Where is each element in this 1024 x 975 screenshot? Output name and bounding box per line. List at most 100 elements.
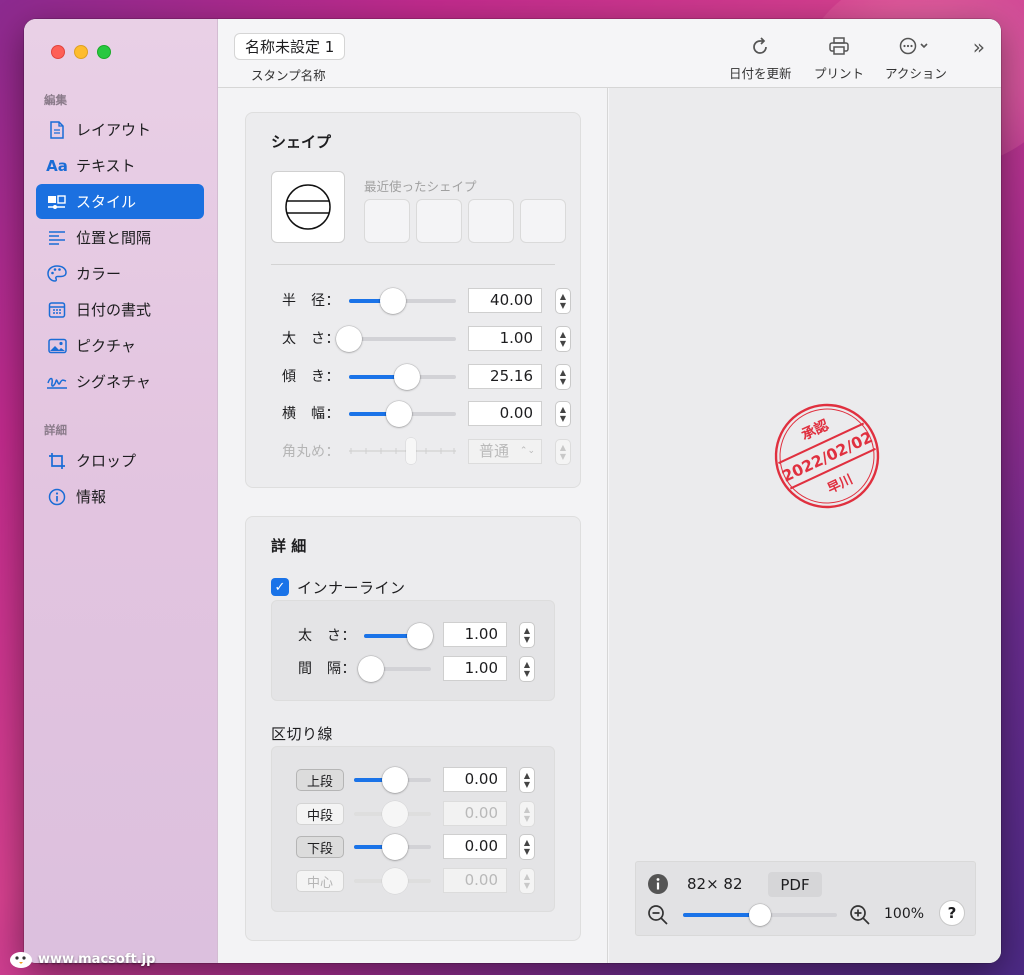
sidebar-item-label: ピクチャ <box>76 337 136 355</box>
separator-middle-toggle[interactable]: 中段 <box>296 803 344 825</box>
sidebar-item-signature[interactable]: シグネチャ <box>36 364 204 399</box>
refresh-date-button[interactable]: 日付を更新 <box>729 35 792 82</box>
slider-knob[interactable] <box>381 767 408 793</box>
toolbar-overflow-chevron-icon[interactable]: » <box>973 35 985 59</box>
sidebar-section-detail: 詳細 <box>44 423 67 437</box>
slider-knob[interactable] <box>407 623 434 649</box>
radius-value-field[interactable]: 40.00 <box>468 288 542 313</box>
radius-stepper[interactable]: ▲ ▼ <box>555 288 571 314</box>
inner-spacing-value-field[interactable]: 1.00 <box>443 656 507 681</box>
separator-lower-slider[interactable] <box>354 834 431 860</box>
print-button[interactable]: プリント <box>814 35 864 82</box>
tilt-slider[interactable] <box>349 364 456 390</box>
sidebar-item-picture[interactable]: ピクチャ <box>36 328 204 363</box>
stepper-down-icon[interactable]: ▼ <box>560 414 566 423</box>
stepper-down-icon[interactable]: ▼ <box>524 780 530 789</box>
sidebar-item-text[interactable]: Aa テキスト <box>36 148 204 183</box>
slider-knob[interactable] <box>386 401 413 427</box>
separator-upper-stepper[interactable]: ▲ ▼ <box>519 767 535 793</box>
sidebar-item-style[interactable]: スタイル <box>36 184 204 219</box>
stamp-preview[interactable]: 承認 2022/02/02 早川 <box>772 401 882 511</box>
recent-shapes-label: 最近使ったシェイプ <box>364 179 477 194</box>
thickness-stepper[interactable]: ▲ ▼ <box>555 326 571 352</box>
sidebar-item-label: クロップ <box>76 452 137 470</box>
radius-slider[interactable] <box>349 288 456 314</box>
inner-spacing-slider[interactable] <box>357 656 431 682</box>
sidebar-item-crop[interactable]: クロップ <box>36 443 204 478</box>
slider-knob[interactable] <box>381 834 408 860</box>
inner-spacing-stepper[interactable]: ▲ ▼ <box>519 656 535 682</box>
zoom-button[interactable] <box>97 45 111 59</box>
width-slider[interactable] <box>349 401 456 427</box>
zoom-slider[interactable] <box>683 904 837 926</box>
stepper-up-icon[interactable]: ▲ <box>560 405 566 414</box>
stepper-down-icon[interactable]: ▼ <box>524 669 530 678</box>
sidebar-item-position[interactable]: 位置と間隔 <box>36 220 204 255</box>
stepper-down-icon[interactable]: ▼ <box>560 301 566 310</box>
tilt-value-field[interactable]: 25.16 <box>468 364 542 389</box>
width-value-field[interactable]: 0.00 <box>468 401 542 426</box>
action-menu-button[interactable]: アクション <box>885 35 947 82</box>
stepper-up-icon: ▲ <box>523 805 531 814</box>
toolbar: 名称未設定 1 スタンプ名称 日付を更新 プリント アクション » <box>218 19 1001 88</box>
inner-thickness-slider[interactable] <box>364 623 434 649</box>
stepper-down-icon[interactable]: ▼ <box>524 847 530 856</box>
stepper-up-icon[interactable]: ▲ <box>560 368 566 377</box>
current-shape-button[interactable] <box>271 171 345 243</box>
stamp-name-field[interactable]: 名称未設定 1 <box>234 33 346 60</box>
tilt-stepper[interactable]: ▲ ▼ <box>555 364 571 390</box>
stepper-up-icon[interactable]: ▲ <box>524 626 530 635</box>
stepper-down-icon[interactable]: ▼ <box>524 635 530 644</box>
separator-center-stepper: ▲ ▼ <box>519 868 535 894</box>
app-window: 編集 レイアウト Aa テキスト スタイル 位置と間隔 カラー 日付の書式 ピク… <box>24 19 1001 963</box>
stepper-down-icon[interactable]: ▼ <box>560 339 566 348</box>
thickness-slider[interactable] <box>336 326 456 352</box>
stepper-up-icon[interactable]: ▲ <box>524 660 530 669</box>
stepper-down-icon[interactable]: ▼ <box>560 377 566 386</box>
pdf-button[interactable]: PDF <box>768 872 822 897</box>
separator-upper-toggle[interactable]: 上段 <box>296 769 344 791</box>
separator-upper-slider[interactable] <box>354 767 431 793</box>
separator-lower-stepper[interactable]: ▲ ▼ <box>519 834 535 860</box>
close-button[interactable] <box>51 45 65 59</box>
slider-knob[interactable] <box>749 904 771 926</box>
slider-knob[interactable] <box>379 288 406 314</box>
photo-icon <box>46 335 68 357</box>
separator-lower-value-field[interactable]: 0.00 <box>443 834 507 859</box>
inner-line-checkbox[interactable]: ✓ <box>271 578 289 596</box>
recent-shape-slot[interactable] <box>416 199 462 243</box>
inner-thickness-value-field[interactable]: 1.00 <box>443 622 507 647</box>
stepper-up-icon[interactable]: ▲ <box>560 330 566 339</box>
minimize-button[interactable] <box>74 45 88 59</box>
inner-thickness-stepper[interactable]: ▲ ▼ <box>519 622 535 648</box>
slider-knob[interactable] <box>357 656 384 682</box>
slider-knob[interactable] <box>336 326 362 352</box>
help-button[interactable]: ? <box>939 900 965 926</box>
zoom-in-icon[interactable] <box>849 904 871 926</box>
width-stepper[interactable]: ▲ ▼ <box>555 401 571 427</box>
recent-shape-slot[interactable] <box>468 199 514 243</box>
thickness-value-field[interactable]: 1.00 <box>468 326 542 351</box>
separator-settings: 上段 0.00 ▲ ▼ 中段 0.00 ▲ ▼ 下段 0.00 ▲ ▼ 中心 0… <box>271 746 555 912</box>
separator-lower-toggle[interactable]: 下段 <box>296 836 344 858</box>
stamp-size: 82× 82 <box>687 875 743 893</box>
recent-shape-slot[interactable] <box>364 199 410 243</box>
stepper-up-icon[interactable]: ▲ <box>560 292 566 301</box>
slider-knob[interactable] <box>393 364 420 390</box>
sidebar-item-date-format[interactable]: 日付の書式 <box>36 292 204 327</box>
sidebar-item-color[interactable]: カラー <box>36 256 204 291</box>
info-filled-icon[interactable] <box>647 873 669 895</box>
recent-shape-slot[interactable] <box>520 199 566 243</box>
sidebar-item-label: テキスト <box>76 157 136 175</box>
ellipsis-circle-icon <box>899 35 933 57</box>
stepper-up-icon[interactable]: ▲ <box>524 771 530 780</box>
tilt-label: 傾 き： <box>282 369 340 385</box>
zoom-out-icon[interactable] <box>647 904 669 926</box>
inner-line-label: インナーライン <box>297 579 406 597</box>
sidebar-item-layout[interactable]: レイアウト <box>36 112 204 147</box>
stepper-up-icon[interactable]: ▲ <box>524 838 530 847</box>
separator-upper-value-field[interactable]: 0.00 <box>443 767 507 792</box>
tick-marks <box>350 448 455 454</box>
sidebar-item-info[interactable]: 情報 <box>36 479 204 514</box>
stepper-down-icon: ▼ <box>523 881 531 890</box>
